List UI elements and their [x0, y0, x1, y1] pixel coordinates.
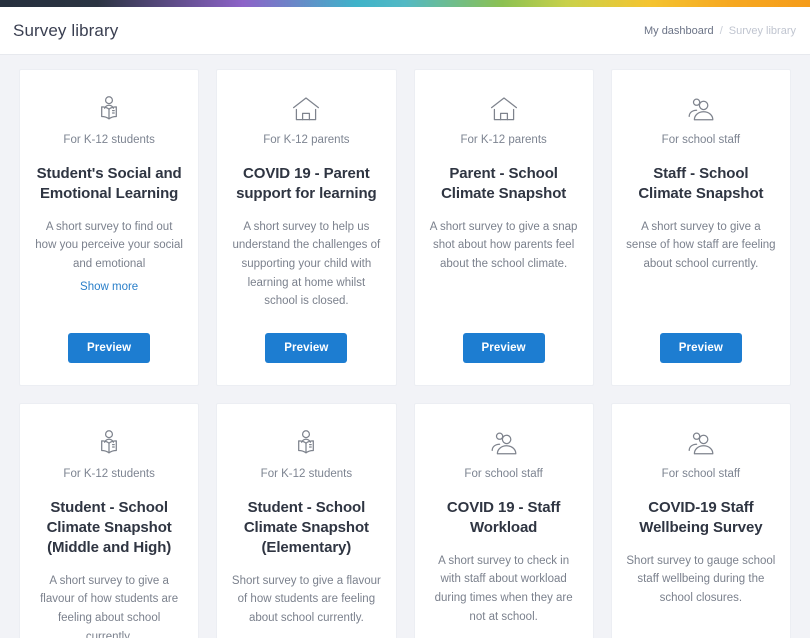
show-more-link[interactable]: Show more	[80, 278, 138, 297]
card-audience-label: For K-12 parents	[263, 134, 350, 146]
card-description: A short survey to give a sense of how st…	[626, 220, 776, 271]
card-audience-label: For K-12 students	[260, 467, 353, 480]
preview-button[interactable]: Preview	[659, 332, 742, 363]
survey-card: For school staff Staff - School Climate S…	[610, 69, 791, 386]
survey-card: For K-12 students Student - School Climat…	[216, 402, 397, 638]
card-title: Student - School Climate Snapshot (Middl…	[46, 498, 172, 556]
card-title: COVID 19 - Staff Workload	[446, 498, 561, 536]
student-reading-book-icon	[92, 90, 126, 124]
survey-card: For K-12 students Student - School Climat…	[19, 402, 200, 638]
card-title: Staff - School Climate Snapshot	[638, 164, 764, 202]
card-audience-label: For K-12 parents	[460, 134, 547, 146]
card-audience-label: For K-12 students	[63, 467, 155, 480]
preview-button[interactable]: Preview	[68, 332, 151, 363]
card-title: Student's Social and Emotional Learning	[36, 164, 182, 202]
card-audience-label: For school staff	[661, 134, 741, 146]
student-reading-book-icon	[92, 424, 126, 458]
card-audience-label: For K-12 students	[63, 134, 155, 146]
card-audience-label: For school staff	[661, 467, 741, 480]
survey-card: For K-12 students Student's Social and Em…	[19, 69, 200, 386]
staff-group-icon	[684, 90, 718, 124]
breadcrumb-separator: /	[719, 24, 723, 37]
card-title: COVID-19 Staff Wellbeing Survey	[639, 498, 763, 536]
staff-group-icon	[684, 424, 718, 458]
preview-button[interactable]: Preview	[265, 332, 348, 363]
card-title: COVID 19 - Parent support for learning	[236, 164, 377, 202]
page-header: Survey library My dashboard / Survey lib…	[0, 7, 810, 55]
survey-card: For school staff COVID 19 - Staff Workloa…	[413, 402, 594, 638]
student-reading-book-icon	[289, 424, 323, 458]
breadcrumb-link-my-dashboard[interactable]: My dashboard	[644, 25, 714, 37]
breadcrumb: My dashboard / Survey library	[644, 25, 796, 37]
staff-group-icon	[487, 424, 521, 458]
survey-card: For K-12 parents Parent - School Climate …	[413, 69, 594, 386]
card-description: A short survey to help us understand the…	[232, 220, 381, 308]
card-title: Parent - School Climate Snapshot	[441, 164, 567, 202]
card-description: A short survey to check in with staff ab…	[434, 554, 573, 623]
card-description: A short survey to find out how you perce…	[35, 220, 183, 271]
page-title: Survey library	[13, 20, 119, 40]
card-title: Student - School Climate Snapshot (Eleme…	[243, 498, 369, 556]
breadcrumb-current-survey-library: Survey library	[728, 24, 796, 37]
home-icon	[487, 90, 521, 124]
survey-card: For school staff COVID-19 Staff Wellbeing…	[610, 402, 791, 638]
home-icon	[289, 90, 323, 124]
card-description: Short survey to gauge school staff wellb…	[626, 554, 776, 604]
survey-library-grid: For K-12 students Student's Social and Em…	[0, 55, 810, 638]
card-description: A short survey to give a snap shot about…	[429, 220, 578, 271]
card-description: Short survey to give a flavour of how st…	[231, 574, 381, 624]
survey-card: For K-12 parents COVID 19 - Parent suppor…	[216, 69, 397, 386]
card-description: A short survey to give a flavour of how …	[40, 574, 179, 638]
preview-button[interactable]: Preview	[462, 332, 545, 363]
card-audience-label: For school staff	[464, 467, 543, 480]
brand-gradient-bar	[0, 0, 810, 7]
